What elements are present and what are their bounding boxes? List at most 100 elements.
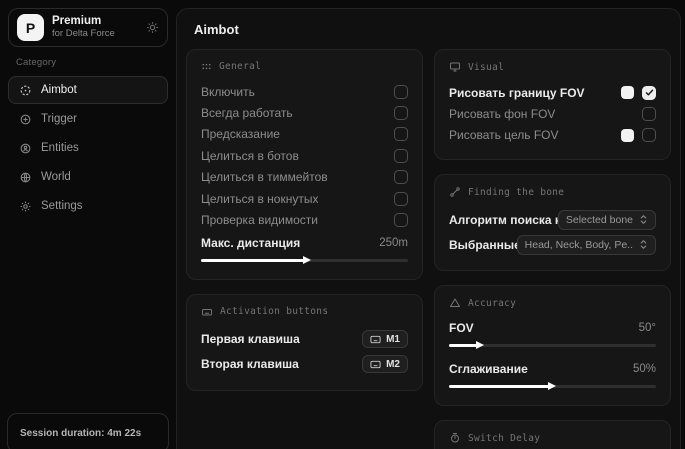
checkbox-checked[interactable] <box>642 86 656 100</box>
toggle-row-target-bots: Целиться в ботов <box>201 145 408 166</box>
checkbox[interactable] <box>642 128 656 142</box>
slider-fill <box>449 385 550 388</box>
slider-label: FOV <box>449 321 474 335</box>
toggle-row-always-work: Всегда работать <box>201 102 408 123</box>
keyboard-icon <box>201 306 213 318</box>
grid-dots-icon <box>201 61 212 72</box>
sidebar-item-trigger[interactable]: Trigger <box>8 105 168 133</box>
bone-algorithm-dropdown[interactable]: Selected bone <box>558 210 656 230</box>
slider-fill <box>201 259 305 262</box>
panel-title: Accuracy <box>468 298 516 309</box>
slider-value: 50% <box>633 363 656 375</box>
timer-icon <box>449 432 461 444</box>
checkbox[interactable] <box>394 85 408 99</box>
panel-switch-delay: Switch Delay Задержка переключения Задер… <box>434 420 671 449</box>
checkbox[interactable] <box>394 127 408 141</box>
slider-value: 50° <box>639 322 656 334</box>
toggle-label: Всегда работать <box>201 106 293 120</box>
first-key-row: Первая клавиша M1 <box>201 327 408 352</box>
smoothing-slider[interactable] <box>449 380 656 392</box>
product-card: P Premium for Delta Force <box>8 8 168 47</box>
crosshair-icon <box>19 84 32 97</box>
panel-visual-header: Visual <box>449 61 656 73</box>
fov-slider[interactable] <box>449 339 656 351</box>
checkbox[interactable] <box>394 213 408 227</box>
second-key-row: Вторая клавиша M2 <box>201 352 408 377</box>
toggle-label: Предсказание <box>201 127 280 141</box>
keybind-button-m2[interactable]: M2 <box>362 355 408 373</box>
slider-thumb[interactable] <box>548 382 556 390</box>
slider-thumb[interactable] <box>303 256 311 264</box>
toggle-row-target-knocked: Целиться в нокнутых <box>201 188 408 209</box>
selected-bones-row: Выбранные кос Head, Neck, Body, Pe.. <box>449 232 656 257</box>
product-subtitle: for Delta Force <box>52 29 138 40</box>
panel-visual: Visual Рисовать границу FOV Рисовать фон… <box>434 49 671 160</box>
sidebar-item-settings[interactable]: Settings <box>8 192 168 220</box>
sidebar-item-label: Settings <box>41 200 83 212</box>
main-content: Aimbot General Включить <box>176 8 681 449</box>
checkbox[interactable] <box>394 149 408 163</box>
visual-row-fov-background: Рисовать фон FOV <box>449 103 656 124</box>
color-swatch[interactable] <box>621 86 634 99</box>
toggle-label: Рисовать цель FOV <box>449 128 559 142</box>
keybind-value: M1 <box>386 334 400 345</box>
key-label: Вторая клавиша <box>201 357 299 371</box>
session-duration-text: Session duration: 4m 22s <box>20 428 141 439</box>
fov-row: FOV 50° <box>449 318 656 338</box>
sidebar-item-aimbot[interactable]: Aimbot <box>8 76 168 104</box>
dropdown-value: Selected bone <box>566 214 633 226</box>
product-logo: P <box>17 14 44 41</box>
keyboard-icon <box>370 335 381 344</box>
max-distance-slider[interactable] <box>201 254 408 266</box>
keyboard-icon <box>370 360 381 369</box>
slider-value: 250m <box>379 237 408 249</box>
color-swatch[interactable] <box>621 129 634 142</box>
settings-gear-icon <box>19 200 32 213</box>
max-distance-row: Макс. дистанция 250m <box>201 233 408 253</box>
sidebar-item-entities[interactable]: Entities <box>8 134 168 162</box>
selected-bones-dropdown[interactable]: Head, Neck, Body, Pe.. <box>517 235 656 255</box>
checkbox[interactable] <box>642 107 656 121</box>
triangle-icon <box>449 297 461 309</box>
person-scan-icon <box>19 142 32 155</box>
slider-thumb[interactable] <box>476 341 484 349</box>
toggle-label: Включить <box>201 85 255 99</box>
product-name: Premium <box>52 15 138 28</box>
bone-algorithm-row: Алгоритм поиска кост Selected bone <box>449 207 656 232</box>
panel-bone-header: Finding the bone <box>449 186 656 198</box>
bone-icon <box>449 186 461 198</box>
toggle-label: Целиться в ботов <box>201 149 299 163</box>
visual-row-fov-border: Рисовать границу FOV <box>449 82 656 103</box>
dropdown-value: Head, Neck, Body, Pe.. <box>525 239 633 251</box>
toggle-label: Проверка видимости <box>201 213 318 227</box>
panel-activation-header: Activation buttons <box>201 306 408 318</box>
panel-title: Activation buttons <box>220 306 328 317</box>
checkbox[interactable] <box>394 106 408 120</box>
category-label: Category <box>16 57 176 68</box>
panel-title: Visual <box>468 62 504 73</box>
toggle-label: Целиться в тиммейтов <box>201 170 328 184</box>
smoothing-row: Сглаживание 50% <box>449 359 656 379</box>
checkbox[interactable] <box>394 170 408 184</box>
toggle-label: Рисовать фон FOV <box>449 107 555 121</box>
globe-icon <box>19 171 32 184</box>
toggle-row-visibility-check: Проверка видимости <box>201 209 408 230</box>
panel-accuracy-header: Accuracy <box>449 297 656 309</box>
sidebar-nav: Aimbot Trigger Entities <box>0 76 176 220</box>
dropdown-label: Алгоритм поиска кост <box>449 213 558 227</box>
panel-general: General Включить Всегда работать Предска… <box>186 49 423 280</box>
toggle-label: Рисовать границу FOV <box>449 86 585 100</box>
sidebar-item-world[interactable]: World <box>8 163 168 191</box>
panel-title: General <box>219 61 261 72</box>
panel-accuracy: Accuracy FOV 50° Сглаживание 50% <box>434 285 671 406</box>
checkbox[interactable] <box>394 192 408 206</box>
keybind-button-m1[interactable]: M1 <box>362 330 408 348</box>
toggle-row-target-teammates: Целиться в тиммейтов <box>201 167 408 188</box>
panel-title: Switch Delay <box>468 433 540 444</box>
keybind-value: M2 <box>386 359 400 370</box>
dropdown-label: Выбранные кос <box>449 238 517 252</box>
panel-finding-bone: Finding the bone Алгоритм поиска кост Se… <box>434 174 671 271</box>
gear-icon[interactable] <box>146 21 159 34</box>
sidebar-item-label: World <box>41 171 71 183</box>
panel-general-header: General <box>201 61 408 72</box>
